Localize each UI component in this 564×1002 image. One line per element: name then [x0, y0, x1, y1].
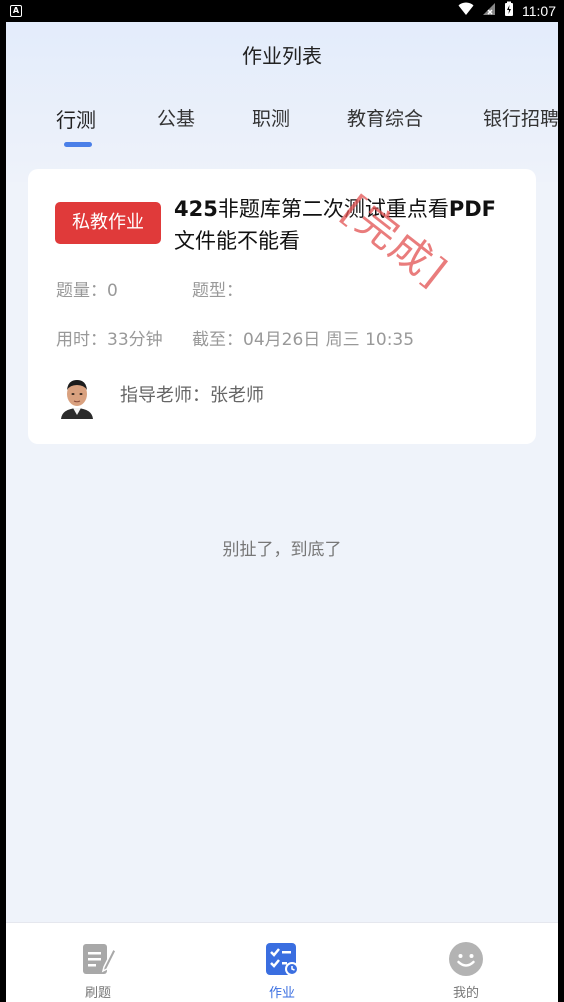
homework-title-number: 425 — [174, 197, 218, 221]
edit-list-icon — [80, 941, 117, 977]
question-type: 题型： — [192, 281, 243, 301]
deadline: 截至：04月26日 周三 10:35 — [192, 330, 415, 350]
question-count: 题量：0 — [56, 281, 118, 301]
battery-charging-icon — [504, 1, 514, 21]
tab-zhice[interactable]: 职测 — [252, 104, 290, 131]
list-end-text: 别扯了，到底了 — [222, 540, 342, 560]
bottom-navigation: 刷题 作业 我的 — [6, 922, 558, 1002]
nav-homework-label: 作业 — [268, 986, 295, 1001]
status-bar: A 11:07 — [0, 0, 564, 22]
homework-title-line2: 文件能不能看 — [174, 229, 300, 253]
teacher-avatar — [58, 375, 96, 419]
clock: 11:07 — [522, 3, 556, 19]
homework-card[interactable]: 私教作业 425非题库第二次测试重点看PDF 文件能不能看 题量：0 题型： 用… — [28, 169, 536, 444]
no-signal-icon — [482, 2, 496, 20]
private-homework-badge: 私教作业 — [55, 202, 161, 244]
app-notification-icon: A — [10, 5, 22, 17]
tab-xingce[interactable]: 行测 — [56, 104, 96, 133]
wifi-icon — [458, 2, 474, 20]
app-screen: 作业列表 行测 公基 职测 教育综合 银行招聘 私教作业 425非题库第二次测试… — [6, 22, 558, 1002]
teacher-name: 指导老师：张老师 — [120, 385, 264, 406]
tab-bank-recruitment[interactable]: 银行招聘 — [483, 104, 558, 131]
tab-education[interactable]: 教育综合 — [347, 104, 423, 131]
nav-mine-label: 我的 — [452, 986, 479, 1001]
tab-gongji[interactable]: 公基 — [157, 104, 195, 131]
homework-title-pdf: PDF — [448, 197, 497, 221]
nav-homework[interactable]: 作业 — [242, 941, 322, 1001]
time-used: 用时：33分钟 — [56, 330, 163, 350]
nav-mine[interactable]: 我的 — [426, 941, 506, 1001]
page-title: 作业列表 — [242, 44, 322, 68]
nav-practice-label: 刷题 — [84, 986, 111, 1001]
active-tab-indicator — [64, 142, 92, 147]
homework-icon — [264, 941, 300, 977]
nav-practice[interactable]: 刷题 — [58, 941, 138, 1001]
smiley-icon — [448, 941, 484, 977]
